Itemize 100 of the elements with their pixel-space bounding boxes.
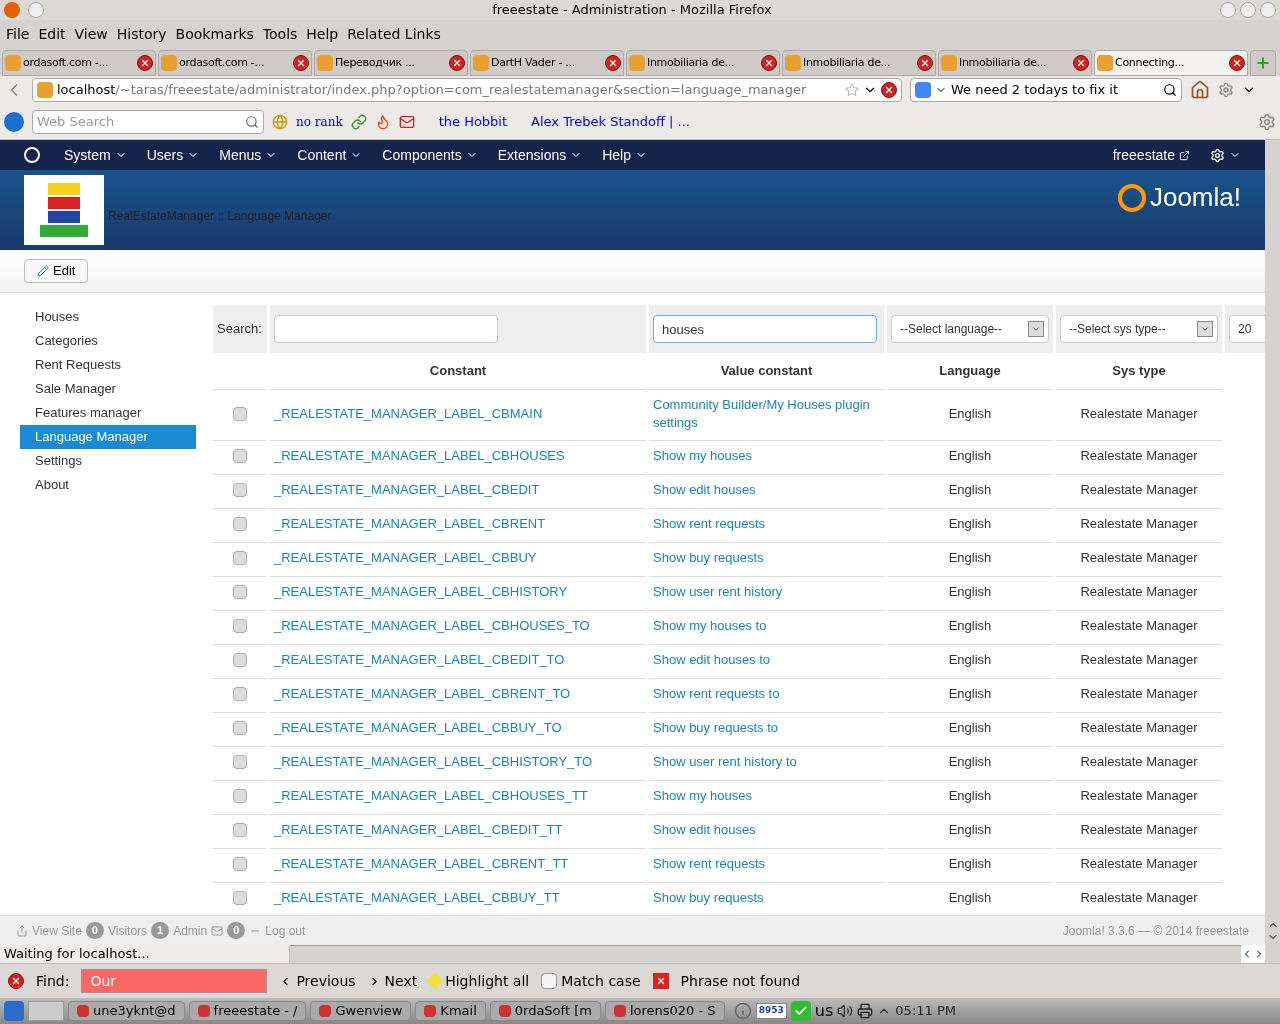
- settings-menu[interactable]: [1210, 147, 1241, 163]
- row-checkbox[interactable]: [233, 619, 247, 633]
- menu-item[interactable]: Help: [306, 23, 339, 45]
- constant-link[interactable]: _REALESTATE_MANAGER_LABEL_CBHISTORY_TO: [274, 752, 593, 772]
- nav-menu[interactable]: System: [64, 144, 127, 166]
- site-link[interactable]: freeestate: [1112, 144, 1190, 166]
- constant-link[interactable]: _REALESTATE_MANAGER_LABEL_CBHISTORY: [274, 582, 568, 602]
- keyboard-layout[interactable]: us: [814, 999, 834, 1023]
- row-checkbox[interactable]: [233, 789, 247, 803]
- sidebar-item[interactable]: Sale Manager: [20, 377, 196, 401]
- constant-link[interactable]: _REALESTATE_MANAGER_LABEL_CBBUY_TT: [274, 888, 560, 908]
- minimize-icon[interactable]: [1220, 2, 1236, 18]
- value-link[interactable]: Show my houses: [653, 787, 752, 805]
- value-link[interactable]: Show edit houses to: [653, 651, 771, 669]
- close-icon[interactable]: [761, 55, 777, 71]
- sidebar-item[interactable]: About: [20, 473, 196, 497]
- close-icon[interactable]: [1229, 55, 1245, 71]
- row-checkbox[interactable]: [233, 551, 247, 565]
- value-link[interactable]: Community Builder/My Houses plugin settings: [653, 395, 880, 432]
- start-menu-icon[interactable]: [4, 1001, 24, 1021]
- constant-link[interactable]: _REALESTATE_MANAGER_LABEL_CBBUY: [274, 548, 537, 568]
- value-link[interactable]: Show my houses to: [653, 617, 767, 635]
- sidebar-item[interactable]: Categories: [20, 329, 196, 353]
- task-button[interactable]: Gwenview: [310, 1001, 412, 1021]
- maximize-icon[interactable]: [1240, 2, 1256, 18]
- close-icon[interactable]: [605, 55, 621, 71]
- sidebar-item[interactable]: Houses: [20, 305, 196, 329]
- desktop-pager-icon[interactable]: [28, 1001, 64, 1021]
- browser-tab[interactable]: Inmobiliaria de...: [782, 50, 936, 76]
- browser-tab[interactable]: ordasoft.com -...: [158, 50, 312, 76]
- task-button[interactable]: freeestate - /: [188, 1001, 307, 1021]
- menu-item[interactable]: Tools: [262, 23, 298, 45]
- new-tab-button[interactable]: [1250, 50, 1276, 76]
- address-field[interactable]: localhost/~taras/freeestate/administrator/index.php?option=com_realestatemanager&section=language_manager: [32, 78, 902, 102]
- volume-icon[interactable]: [837, 1003, 854, 1019]
- nav-menu[interactable]: Users: [146, 144, 200, 166]
- row-checkbox[interactable]: [233, 823, 247, 837]
- close-icon[interactable]: [917, 55, 933, 71]
- constant-link[interactable]: _REALESTATE_MANAGER_LABEL_CBEDIT_TO: [274, 650, 565, 670]
- menu-item[interactable]: File: [6, 23, 30, 45]
- vertical-scrollbar[interactable]: [1265, 140, 1280, 963]
- row-checkbox[interactable]: [233, 585, 247, 599]
- home-icon[interactable]: [1190, 80, 1210, 100]
- mail-count-icon[interactable]: 8953: [755, 1003, 787, 1019]
- column-header[interactable]: Language: [887, 356, 1053, 386]
- value-link[interactable]: Show rent requests to: [653, 685, 780, 703]
- nav-menu[interactable]: Components: [382, 144, 478, 166]
- select-dropdown[interactable]: --Select language--: [891, 315, 1049, 343]
- horizontal-scrollbar[interactable]: [290, 945, 1241, 963]
- constant-link[interactable]: _REALESTATE_MANAGER_LABEL_CBEDIT_TT: [274, 820, 563, 840]
- search-field[interactable]: We need 2 todays to fix it: [910, 78, 1182, 102]
- constant-link[interactable]: _REALESTATE_MANAGER_LABEL_CBHOUSES_TT: [274, 786, 588, 806]
- menu-item[interactable]: History: [116, 23, 167, 45]
- sidebar-item[interactable]: Settings: [20, 449, 196, 473]
- row-checkbox[interactable]: [233, 891, 247, 905]
- menu-item[interactable]: Bookmarks: [175, 23, 254, 45]
- value-link[interactable]: Show my houses: [653, 447, 752, 465]
- value-link[interactable]: Show edit houses: [653, 481, 756, 499]
- bookmark-link[interactable]: the Hobbit: [438, 111, 508, 132]
- mail-icon[interactable]: [398, 113, 415, 130]
- browser-tab[interactable]: ordasoft.com -...: [2, 50, 156, 76]
- task-button[interactable]: une3yknt@d: [68, 1001, 185, 1021]
- select-dropdown[interactable]: --Select sys type--: [1060, 315, 1218, 343]
- browser-tab[interactable]: Connecting...: [1094, 50, 1248, 76]
- sidebar-item[interactable]: Features manager: [20, 401, 196, 425]
- value-link[interactable]: Show user rent history: [653, 583, 783, 601]
- bookmark-star-icon[interactable]: [845, 83, 859, 97]
- row-checkbox[interactable]: [233, 406, 247, 421]
- row-checkbox[interactable]: [233, 653, 247, 667]
- nav-menu[interactable]: Content: [297, 144, 363, 166]
- constant-link[interactable]: _REALESTATE_MANAGER_LABEL_CBMAIN: [274, 403, 543, 424]
- value-link[interactable]: Show buy requests: [653, 549, 764, 567]
- task-button[interactable]: 0rdaSoft [m: [489, 1001, 601, 1021]
- close-icon[interactable]: [293, 55, 309, 71]
- column-header[interactable]: Value constant: [649, 356, 884, 386]
- sidebar-item[interactable]: Rent Requests: [20, 353, 196, 377]
- bookmark-link[interactable]: Alex Trebek Standoff | ...: [531, 111, 690, 132]
- previous-button[interactable]: Previous: [279, 970, 356, 992]
- highlight-all-button[interactable]: Highlight all: [429, 970, 530, 992]
- sidebar-item[interactable]: Language Manager: [20, 425, 196, 449]
- constant-link[interactable]: _REALESTATE_MANAGER_LABEL_CBRENT_TT: [274, 854, 569, 874]
- value-link[interactable]: Show edit houses: [653, 821, 756, 839]
- value-link[interactable]: Show buy requests to: [653, 719, 779, 737]
- link-icon[interactable]: [350, 113, 367, 130]
- search-engine-icon[interactable]: [915, 82, 931, 98]
- globe-icon[interactable]: [272, 113, 288, 130]
- column-header[interactable]: Sys type: [1056, 356, 1222, 386]
- browser-tab[interactable]: Inmobiliaria de...: [626, 50, 780, 76]
- nav-menu[interactable]: Help: [602, 144, 647, 166]
- row-checkbox[interactable]: [233, 755, 247, 769]
- row-checkbox[interactable]: [233, 857, 247, 871]
- limit-dropdown[interactable]: 20: [1229, 315, 1265, 343]
- row-checkbox[interactable]: [233, 517, 247, 531]
- browser-tab[interactable]: DartH Vader - ...: [470, 50, 624, 76]
- close-icon[interactable]: [1073, 55, 1089, 71]
- window-menu-icon[interactable]: [28, 2, 44, 18]
- menu-item[interactable]: Related Links: [347, 23, 441, 45]
- constant-link[interactable]: _REALESTATE_MANAGER_LABEL_CBRENT: [274, 514, 546, 534]
- value-link[interactable]: Show buy requests: [653, 889, 764, 907]
- row-checkbox[interactable]: [233, 449, 247, 463]
